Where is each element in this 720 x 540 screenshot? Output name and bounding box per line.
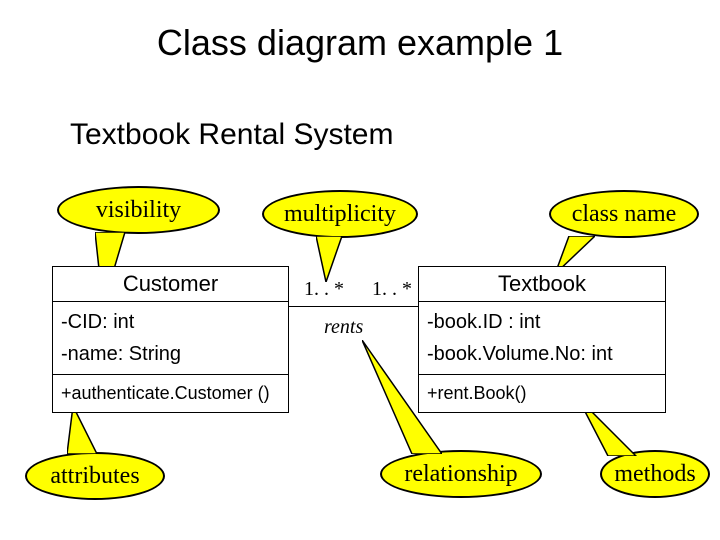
class-methods: +rent.Book() (419, 375, 665, 412)
method-line: +rent.Book() (427, 379, 657, 408)
attribute-line: -book.Volume.No: int (427, 338, 657, 370)
callout-classname: class name (549, 190, 699, 238)
callout-methods: methods (600, 450, 710, 498)
attribute-line: -CID: int (61, 306, 280, 338)
subtitle: Textbook Rental System (70, 118, 393, 152)
attribute-line: -name: String (61, 338, 280, 370)
association-label: rents (324, 316, 363, 339)
uml-class-textbook: Textbook -book.ID : int -book.Volume.No:… (418, 266, 666, 413)
class-methods: +authenticate.Customer () (53, 375, 288, 412)
callout-relationship: relationship (380, 450, 542, 498)
method-line: +authenticate.Customer () (61, 379, 280, 408)
class-attributes: -book.ID : int -book.Volume.No: int (419, 302, 665, 375)
class-attributes: -CID: int -name: String (53, 302, 288, 375)
association-line (289, 306, 418, 307)
callout-attributes: attributes (25, 452, 165, 500)
callout-visibility: visibility (57, 186, 220, 234)
class-name: Textbook (419, 267, 665, 302)
class-name: Customer (53, 267, 288, 302)
callout-tail-icon (316, 236, 346, 282)
multiplicity-left: 1. . * (304, 278, 344, 301)
callout-multiplicity: multiplicity (262, 190, 418, 238)
page-title: Class diagram example 1 (0, 22, 720, 64)
attribute-line: -book.ID : int (427, 306, 657, 338)
multiplicity-right: 1. . * (372, 278, 412, 301)
uml-class-customer: Customer -CID: int -name: String +authen… (52, 266, 289, 413)
callout-tail-icon (67, 406, 99, 454)
